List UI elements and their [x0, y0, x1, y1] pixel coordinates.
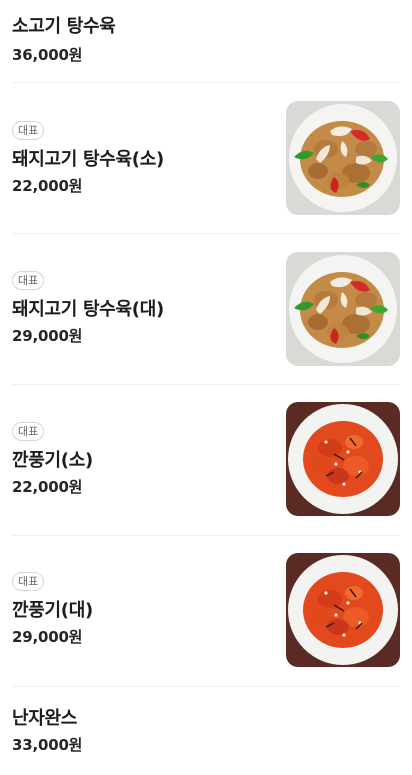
signature-badge: 대표 — [12, 422, 45, 441]
menu-item-kkanpunggi-large[interactable]: 대표 깐풍기(대) 29,000원 — [12, 536, 400, 686]
menu-item-beef-tangsuyuk[interactable]: 소고기 탕수육 36,000원 — [12, 0, 400, 82]
menu-item-price: 29,000원 — [12, 327, 83, 345]
menu-item-price: 33,000원 — [12, 736, 83, 754]
kkanpunggi-image — [286, 553, 400, 667]
signature-badge: 대표 — [12, 121, 45, 140]
menu-item-name: 돼지고기 탕수육(대) — [12, 299, 164, 320]
menu-item-photo[interactable] — [286, 553, 400, 667]
menu-item-price: 29,000원 — [12, 628, 83, 646]
sweet-sour-pork-image — [286, 252, 400, 366]
menu-list: 소고기 탕수육 36,000원 대표 돼지고기 탕수육(소) 22,000원 대… — [0, 0, 412, 775]
menu-item-name: 깐풍기(대) — [12, 600, 93, 621]
menu-item-photo[interactable] — [286, 101, 400, 215]
menu-item-price: 36,000원 — [12, 46, 83, 64]
menu-item-pork-tangsuyuk-large[interactable]: 대표 돼지고기 탕수육(대) 29,000원 — [12, 234, 400, 384]
menu-item-nanjawanseu[interactable]: 난자완스 33,000원 — [12, 687, 400, 775]
menu-item-name: 깐풍기(소) — [12, 450, 93, 471]
menu-item-pork-tangsuyuk-small[interactable]: 대표 돼지고기 탕수육(소) 22,000원 — [12, 83, 400, 233]
menu-item-photo[interactable] — [286, 402, 400, 516]
menu-item-kkanpunggi-small[interactable]: 대표 깐풍기(소) 22,000원 — [12, 385, 400, 535]
menu-item-price: 22,000원 — [12, 177, 83, 195]
signature-badge: 대표 — [12, 572, 45, 591]
menu-item-name: 소고기 탕수육 — [12, 16, 116, 37]
menu-item-name: 돼지고기 탕수육(소) — [12, 149, 164, 170]
menu-item-price: 22,000원 — [12, 478, 83, 496]
menu-item-name: 난자완스 — [12, 708, 78, 729]
signature-badge: 대표 — [12, 271, 45, 290]
menu-item-photo[interactable] — [286, 252, 400, 366]
sweet-sour-pork-image — [286, 101, 400, 215]
kkanpunggi-image — [286, 402, 400, 516]
